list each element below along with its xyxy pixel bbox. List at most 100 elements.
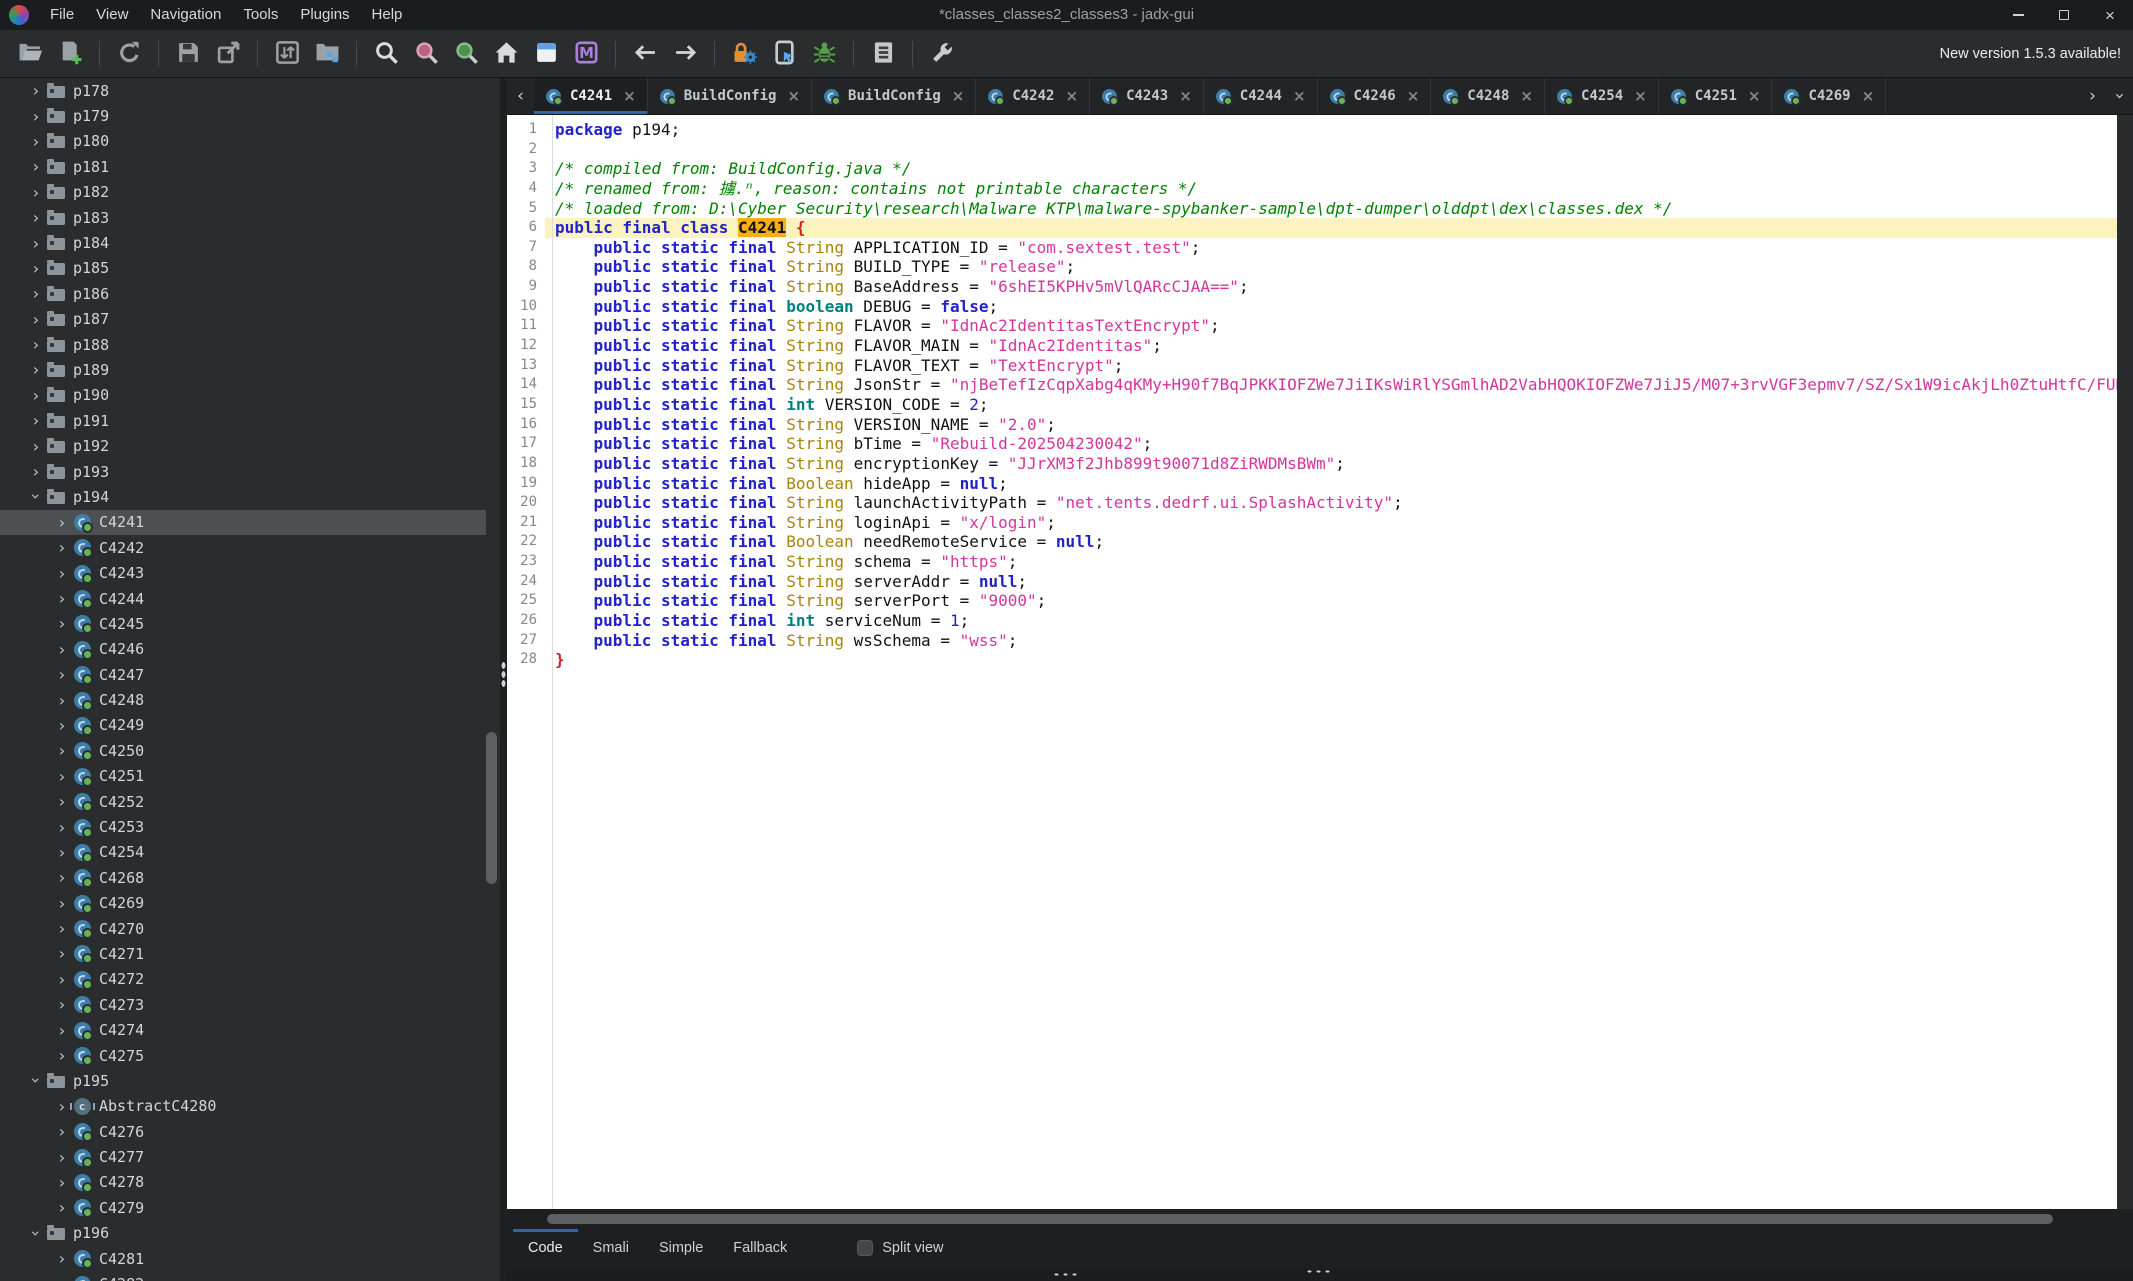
tab-c4248[interactable]: C4248 ×	[1431, 78, 1545, 114]
tree-class-abstractc4280[interactable]: › c AbstractC4280	[0, 1094, 486, 1119]
chevron-collapsed-icon[interactable]: ›	[26, 335, 46, 354]
chevron-collapsed-icon[interactable]: ›	[52, 1198, 72, 1217]
tree-class-c4253[interactable]: › C4253	[0, 814, 486, 839]
chevron-collapsed-icon[interactable]: ›	[52, 944, 72, 963]
chevron-collapsed-icon[interactable]: ›	[52, 792, 72, 811]
preview-window-button[interactable]	[528, 36, 564, 72]
tree-class-c4270[interactable]: › C4270	[0, 916, 486, 941]
menu-view[interactable]: View	[85, 0, 139, 30]
editor-vertical-scrollbar[interactable]	[2117, 115, 2133, 1209]
tab-close-icon[interactable]: ×	[1065, 87, 1078, 105]
horizontal-scrollbar-thumb[interactable]	[547, 1214, 2053, 1224]
tree-package-p191[interactable]: › p191	[0, 408, 486, 433]
chevron-collapsed-icon[interactable]: ›	[52, 995, 72, 1014]
tree-package-p184[interactable]: › p184	[0, 230, 486, 255]
tab-close-icon[interactable]: ×	[1634, 87, 1647, 105]
tab-close-icon[interactable]: ×	[952, 87, 965, 105]
menu-plugins[interactable]: Plugins	[289, 0, 360, 30]
tree-class-c4275[interactable]: › C4275	[0, 1043, 486, 1068]
chevron-collapsed-icon[interactable]: ›	[52, 1275, 72, 1281]
tree-package-p190[interactable]: › p190	[0, 383, 486, 408]
maximize-button[interactable]	[2041, 0, 2087, 30]
tree-package-p194[interactable]: › p194	[0, 484, 486, 509]
chevron-collapsed-icon[interactable]: ›	[26, 208, 46, 227]
add-files-button[interactable]	[52, 36, 88, 72]
tree-class-c4248[interactable]: › C4248	[0, 687, 486, 712]
view-mode-simple[interactable]: Simple	[644, 1229, 718, 1267]
chevron-collapsed-icon[interactable]: ›	[26, 437, 46, 456]
chevron-collapsed-icon[interactable]: ›	[52, 614, 72, 633]
tab-close-icon[interactable]: ×	[787, 87, 800, 105]
minimize-button[interactable]	[1995, 0, 2041, 30]
search-class-button[interactable]	[408, 36, 444, 72]
chevron-collapsed-icon[interactable]: ›	[52, 589, 72, 608]
tree-class-c4271[interactable]: › C4271	[0, 941, 486, 966]
tree-package-p189[interactable]: › p189	[0, 357, 486, 382]
debugger-button[interactable]	[806, 36, 842, 72]
chevron-collapsed-icon[interactable]: ›	[26, 157, 46, 176]
tree-package-p192[interactable]: › p192	[0, 433, 486, 458]
tree-class-c4249[interactable]: › C4249	[0, 713, 486, 738]
chevron-collapsed-icon[interactable]: ›	[26, 310, 46, 329]
tree-class-c4252[interactable]: › C4252	[0, 789, 486, 814]
tab-c4242[interactable]: C4242 ×	[976, 78, 1091, 114]
tree-package-p196[interactable]: › p196	[0, 1221, 486, 1246]
tabs-scroll-right-button[interactable]: ›	[2079, 78, 2106, 114]
chevron-collapsed-icon[interactable]: ›	[52, 716, 72, 735]
split-view-checkbox[interactable]	[857, 1240, 874, 1256]
sidebar-scrollbar-thumb[interactable]	[486, 732, 497, 884]
chevron-collapsed-icon[interactable]: ›	[52, 1021, 72, 1040]
tree-package-p185[interactable]: › p185	[0, 256, 486, 281]
tab-close-icon[interactable]: ×	[1748, 87, 1761, 105]
view-mode-fallback[interactable]: Fallback	[718, 1229, 802, 1267]
tree-package-p195[interactable]: › p195	[0, 1068, 486, 1093]
tree-class-c4273[interactable]: › C4273	[0, 992, 486, 1017]
tree-class-c4274[interactable]: › C4274	[0, 1017, 486, 1042]
tab-close-icon[interactable]: ×	[1520, 87, 1533, 105]
tree-class-c4268[interactable]: › C4268	[0, 865, 486, 890]
chevron-collapsed-icon[interactable]: ›	[52, 767, 72, 786]
open-file-button[interactable]	[12, 36, 48, 72]
tree-class-c4282[interactable]: › C4282	[0, 1271, 486, 1281]
tab-close-icon[interactable]: ×	[1407, 87, 1420, 105]
tree-class-c4241[interactable]: › C4241	[0, 509, 486, 536]
tree-class-c4244[interactable]: › C4244	[0, 586, 486, 611]
tree-class-c4251[interactable]: › C4251	[0, 764, 486, 789]
tree-class-c4242[interactable]: › C4242	[0, 535, 486, 560]
chevron-collapsed-icon[interactable]: ›	[52, 919, 72, 938]
chevron-collapsed-icon[interactable]: ›	[26, 259, 46, 278]
tab-buildconfig[interactable]: BuildConfig ×	[812, 78, 977, 114]
tree-class-c4281[interactable]: › C4281	[0, 1246, 486, 1271]
chevron-collapsed-icon[interactable]: ›	[26, 284, 46, 303]
adb-device-button[interactable]	[766, 36, 802, 72]
tab-buildconfig[interactable]: BuildConfig ×	[648, 78, 813, 114]
tree-class-c4243[interactable]: › C4243	[0, 560, 486, 585]
close-button[interactable]: ×	[2087, 0, 2133, 30]
chevron-collapsed-icon[interactable]: ›	[52, 665, 72, 684]
tab-close-icon[interactable]: ×	[1862, 87, 1875, 105]
tree-package-p182[interactable]: › p182	[0, 180, 486, 205]
chevron-collapsed-icon[interactable]: ›	[26, 411, 46, 430]
tree-class-c4269[interactable]: › C4269	[0, 891, 486, 916]
m-plugin-button[interactable]: M	[568, 36, 604, 72]
tree-class-c4254[interactable]: › C4254	[0, 840, 486, 865]
chevron-collapsed-icon[interactable]: ›	[26, 81, 46, 100]
tree-package-p188[interactable]: › p188	[0, 332, 486, 357]
deobfuscation-button[interactable]	[726, 36, 762, 72]
tree-class-c4250[interactable]: › C4250	[0, 738, 486, 763]
tabs-dropdown-button[interactable]: ›	[2106, 78, 2133, 114]
export-button[interactable]	[210, 36, 246, 72]
view-mode-code[interactable]: Code	[513, 1229, 578, 1267]
chevron-collapsed-icon[interactable]: ›	[26, 183, 46, 202]
chevron-collapsed-icon[interactable]: ›	[52, 741, 72, 760]
tree-package-p186[interactable]: › p186	[0, 281, 486, 306]
preferences-button[interactable]	[924, 36, 960, 72]
tree-class-c4272[interactable]: › C4272	[0, 967, 486, 992]
chevron-collapsed-icon[interactable]: ›	[52, 970, 72, 989]
tree-class-c4247[interactable]: › C4247	[0, 662, 486, 687]
update-notice[interactable]: New version 1.5.3 available!	[1940, 46, 2123, 62]
split-view-toggle[interactable]: Split view	[857, 1229, 944, 1267]
tree-package-p183[interactable]: › p183	[0, 205, 486, 230]
tree-package-p181[interactable]: › p181	[0, 154, 486, 179]
chevron-collapsed-icon[interactable]: ›	[26, 386, 46, 405]
